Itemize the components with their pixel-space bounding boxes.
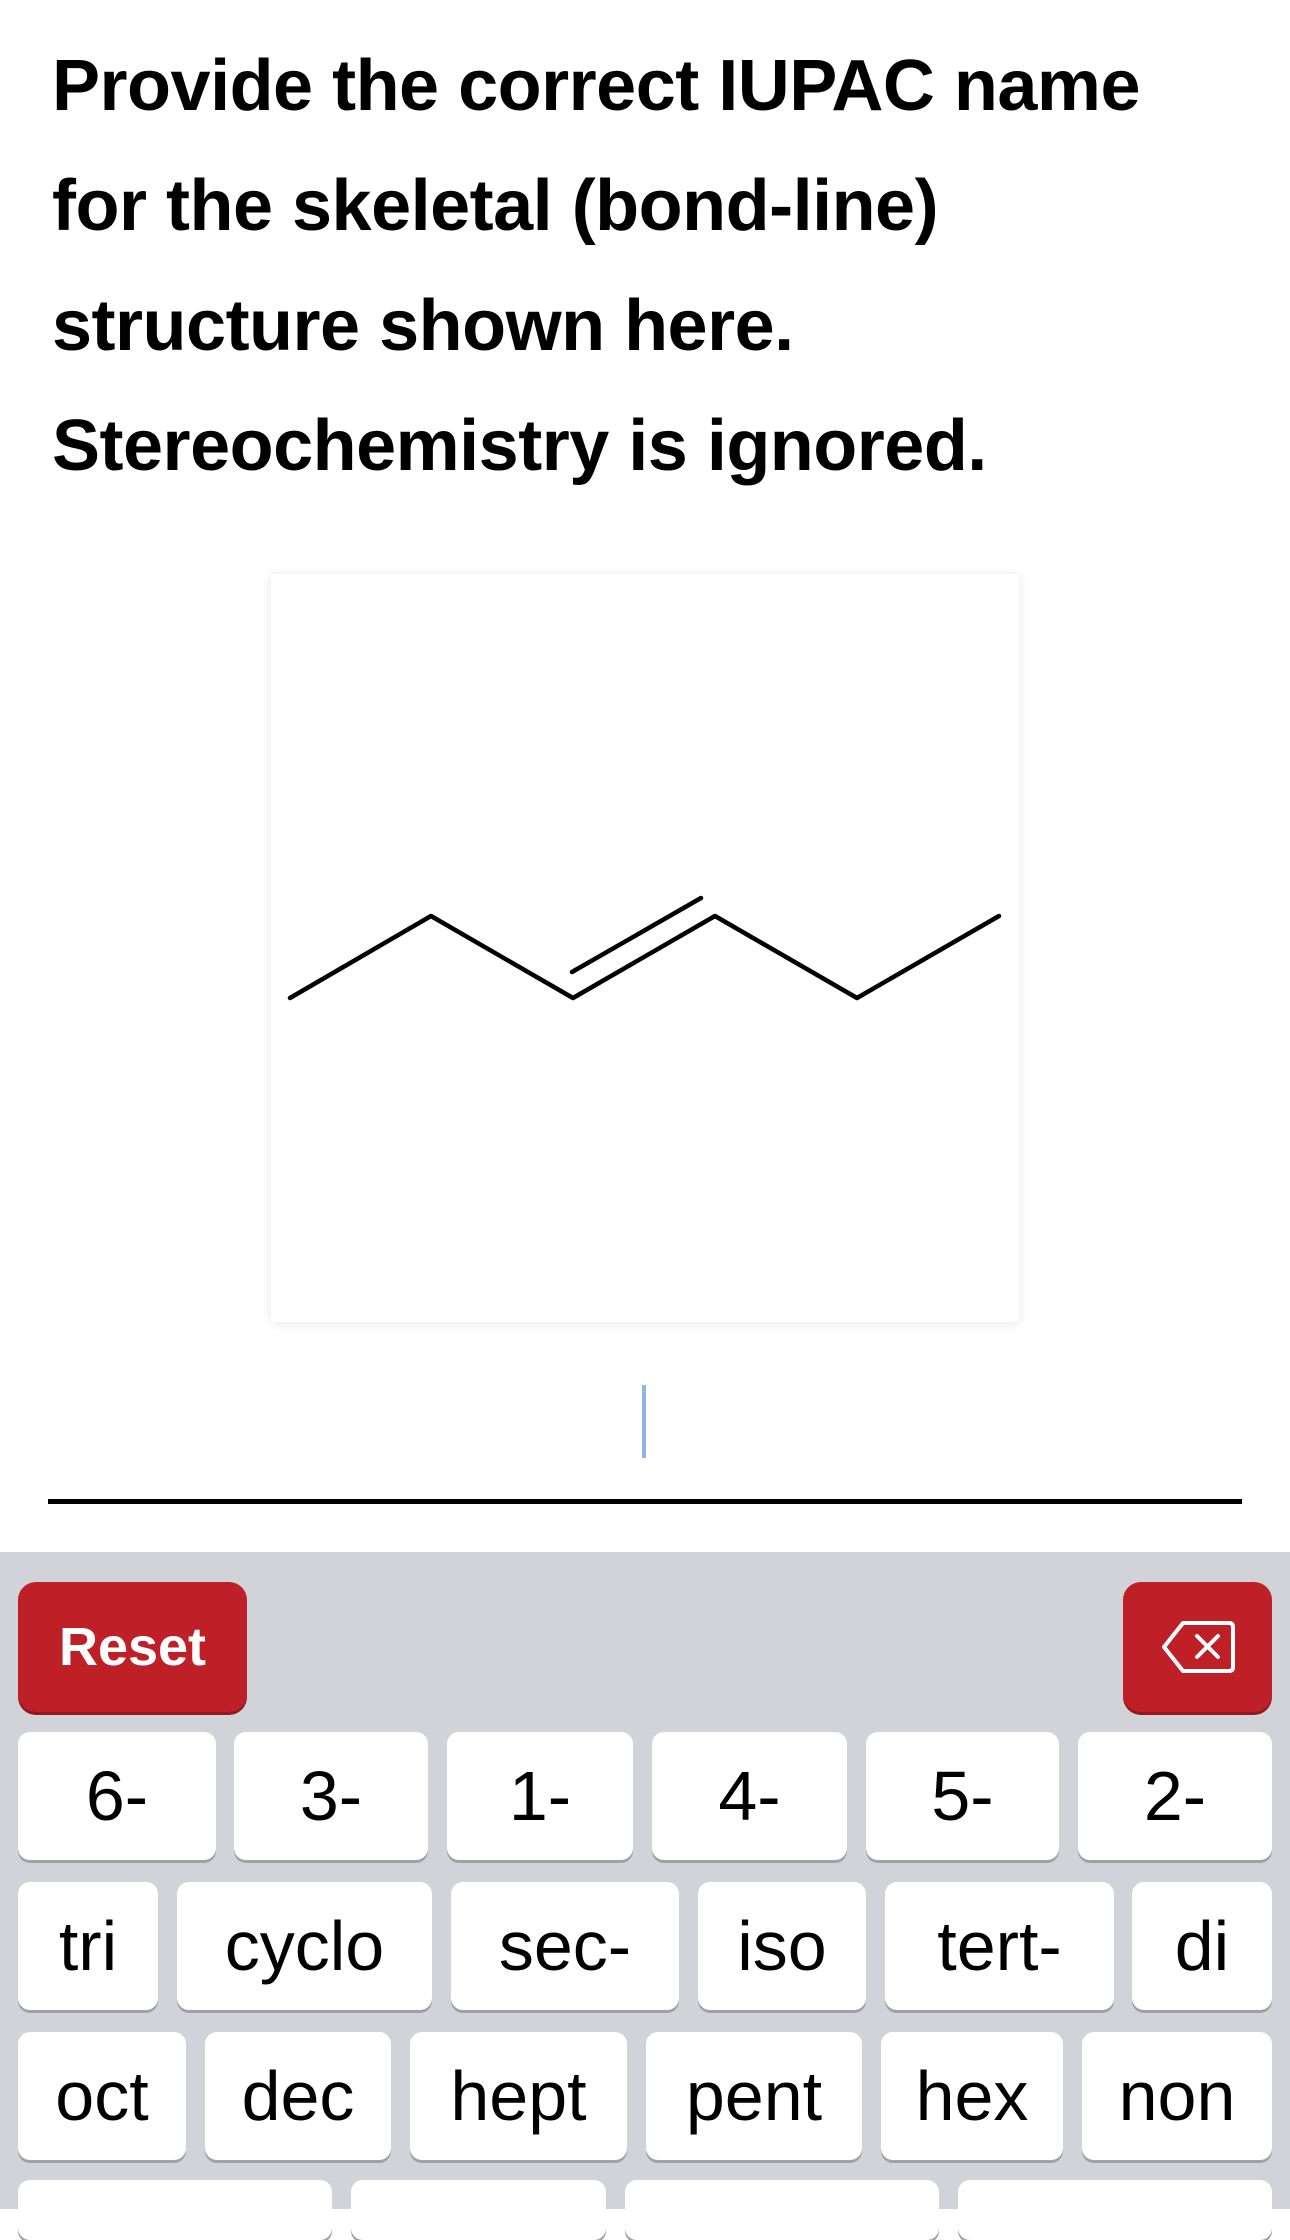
key-3-prefix[interactable]: 3- bbox=[234, 1732, 428, 1860]
key-1-prefix[interactable]: 1- bbox=[447, 1732, 633, 1860]
key-pent[interactable]: pent bbox=[646, 2032, 862, 2160]
backspace-button[interactable] bbox=[1123, 1582, 1272, 1712]
key-hex[interactable]: hex bbox=[881, 2032, 1063, 2160]
question-line: Provide the correct IUPAC name bbox=[52, 46, 1141, 126]
key-partial-row4[interactable] bbox=[958, 2180, 1272, 2240]
key-tert[interactable]: tert- bbox=[885, 1882, 1114, 2010]
key-di[interactable]: di bbox=[1132, 1882, 1272, 2010]
skeletal-structure-drawing bbox=[287, 895, 1002, 1001]
backspace-icon bbox=[1161, 1621, 1235, 1673]
answer-underline bbox=[48, 1499, 1242, 1504]
question-text: Provide the correct IUPAC name for the s… bbox=[52, 26, 1252, 506]
key-4-prefix[interactable]: 4- bbox=[652, 1732, 847, 1860]
name-builder-keyboard: Reset 6- 3- 1- 4- 5- 2- tri cyclo sec- i… bbox=[0, 1552, 1290, 2240]
key-sec[interactable]: sec- bbox=[451, 1882, 679, 2010]
text-cursor bbox=[642, 1385, 646, 1458]
key-partial-row4[interactable] bbox=[18, 2180, 332, 2240]
key-partial-row4[interactable] bbox=[625, 2180, 939, 2240]
reset-button[interactable]: Reset bbox=[18, 1582, 247, 1712]
key-oct[interactable]: oct bbox=[18, 2032, 186, 2160]
key-iso[interactable]: iso bbox=[698, 1882, 866, 2010]
key-partial-row4[interactable] bbox=[351, 2180, 606, 2240]
key-hept[interactable]: hept bbox=[410, 2032, 627, 2160]
question-line: for the skeletal (bond-line) bbox=[52, 166, 939, 246]
key-cyclo[interactable]: cyclo bbox=[177, 1882, 432, 2010]
key-2-prefix[interactable]: 2- bbox=[1078, 1732, 1272, 1860]
key-6-prefix[interactable]: 6- bbox=[18, 1732, 216, 1860]
skeletal-structure-image bbox=[271, 574, 1019, 1322]
key-tri[interactable]: tri bbox=[18, 1882, 158, 2010]
answer-field[interactable] bbox=[48, 1370, 1242, 1504]
question-line: Stereochemistry is ignored. bbox=[52, 406, 987, 486]
question-line: structure shown here. bbox=[52, 286, 794, 366]
key-5-prefix[interactable]: 5- bbox=[866, 1732, 1059, 1860]
key-dec[interactable]: dec bbox=[205, 2032, 391, 2160]
key-non[interactable]: non bbox=[1082, 2032, 1272, 2160]
